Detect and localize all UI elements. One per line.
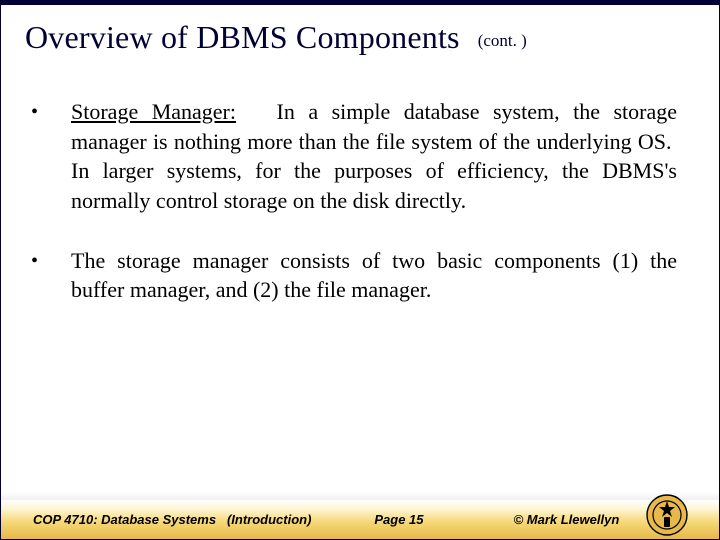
bullet-marker: • [31, 246, 71, 305]
bullet-marker: • [31, 97, 71, 216]
slide-title: Overview of DBMS Components [25, 19, 460, 56]
top-accent-bar [1, 1, 719, 5]
slide-footer: COP 4710: Database Systems (Introduction… [1, 491, 719, 539]
bullet-rest: The storage manager consists of two basi… [71, 248, 677, 303]
ucf-seal-icon [645, 493, 689, 537]
bullet-text: Storage Manager: In a simple database sy… [71, 97, 677, 216]
footer-section: (Introduction) [227, 512, 311, 527]
bullet-term: Storage Manager: [71, 99, 236, 124]
slide-content: • Storage Manager: In a simple database … [31, 97, 677, 335]
bullet-gap [236, 99, 277, 124]
footer-row: COP 4710: Database Systems (Introduction… [1, 499, 719, 539]
bullet-item: • Storage Manager: In a simple database … [31, 97, 677, 216]
bullet-text: The storage manager consists of two basi… [71, 246, 677, 305]
title-row: Overview of DBMS Components (cont. ) [25, 19, 695, 56]
slide-title-cont: (cont. ) [478, 31, 527, 51]
bullet-item: • The storage manager consists of two ba… [31, 246, 677, 305]
footer-course: COP 4710: Database Systems (Introduction… [1, 512, 374, 527]
footer-course-code: COP 4710: Database Systems [33, 512, 216, 527]
footer-page: Page 15 [374, 512, 503, 527]
